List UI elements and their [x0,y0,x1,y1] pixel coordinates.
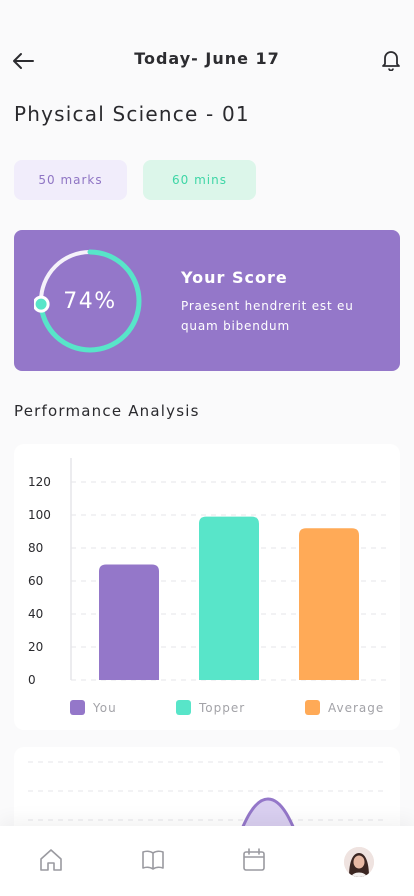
duration-badge: 60 mins [143,160,256,200]
y-tick-label: 40 [28,607,43,621]
bell-icon [382,51,400,71]
bar-chart: 0 20 40 60 80 100 120 [28,458,386,687]
legend-item-average: Average [305,700,384,715]
bar-average [299,528,359,680]
calendar-icon [243,848,265,871]
legend-item-you: You [70,700,117,715]
legend-swatch [176,700,191,715]
bar-topper [199,516,259,680]
avatar-image [344,847,374,877]
score-heading: Your Score [181,268,288,287]
book-icon [142,850,164,870]
performance-title: Performance Analysis [14,402,200,420]
legend-label: Topper [199,700,246,715]
tab-home[interactable] [37,846,65,874]
home-icon [40,849,62,871]
y-tick-label: 80 [28,541,43,555]
bar-you [99,564,159,680]
notifications-button[interactable] [380,48,402,72]
score-percent: 74% [63,288,117,314]
y-tick-label: 60 [28,574,43,588]
exam-title: Physical Science - 01 [14,102,250,126]
tab-library[interactable] [139,846,167,874]
legend-item-topper: Topper [176,700,245,715]
y-tick-label: 20 [28,640,43,654]
legend-label: You [93,700,117,715]
tab-calendar[interactable] [240,846,268,874]
score-description: Praesent hendrerit est eu quam bibendum [181,299,354,333]
header-title: Today- June 17 [134,49,280,68]
top-header: Today- June 17 [0,44,414,76]
bottom-tab-bar [0,826,414,896]
legend-swatch [70,700,85,715]
performance-chart: 0 20 40 60 80 100 120 You Topper Average [14,444,400,730]
score-card: 74% Your Score Praesent hendrerit est eu… [14,230,400,371]
y-tick-label: 0 [28,673,36,687]
legend-label: Average [328,700,385,715]
legend-swatch [305,700,320,715]
marks-badge: 50 marks [14,160,127,200]
profile-avatar[interactable] [344,847,374,877]
y-tick-label: 100 [28,508,51,522]
y-tick-label: 120 [28,475,51,489]
